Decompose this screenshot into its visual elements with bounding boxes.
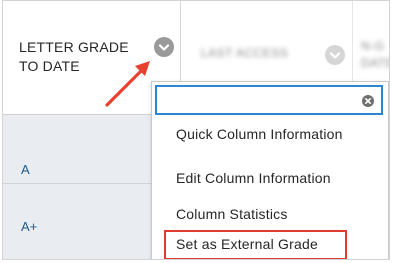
- grade-cells: A A+: [3, 115, 152, 259]
- menu-search-input[interactable]: [155, 85, 383, 115]
- menu-item-edit-column-information[interactable]: Edit Column Information: [176, 170, 331, 186]
- column-options-menu: Quick Column Information Edit Column Inf…: [151, 81, 389, 259]
- row-divider: [3, 183, 152, 184]
- column-title: N-G DATE: [361, 38, 389, 72]
- column-title: LAST ACCESS: [201, 46, 289, 60]
- grade-cell[interactable]: A+: [21, 219, 37, 234]
- grade-center-table: LETTER GRADE TO DATE LAST ACCESS N-G DAT…: [2, 0, 390, 260]
- column-title-line-1: N-G: [361, 39, 385, 53]
- highlight-box: [164, 230, 347, 259]
- column-title-line-2: DATE: [361, 56, 389, 70]
- chevron-down-icon[interactable]: [325, 45, 345, 65]
- grade-cell[interactable]: A: [21, 162, 30, 177]
- menu-item-quick-column-information[interactable]: Quick Column Information: [176, 126, 343, 142]
- clear-search-icon[interactable]: [362, 95, 374, 107]
- menu-item-column-statistics[interactable]: Column Statistics: [176, 206, 288, 222]
- callout-arrow: [105, 61, 150, 107]
